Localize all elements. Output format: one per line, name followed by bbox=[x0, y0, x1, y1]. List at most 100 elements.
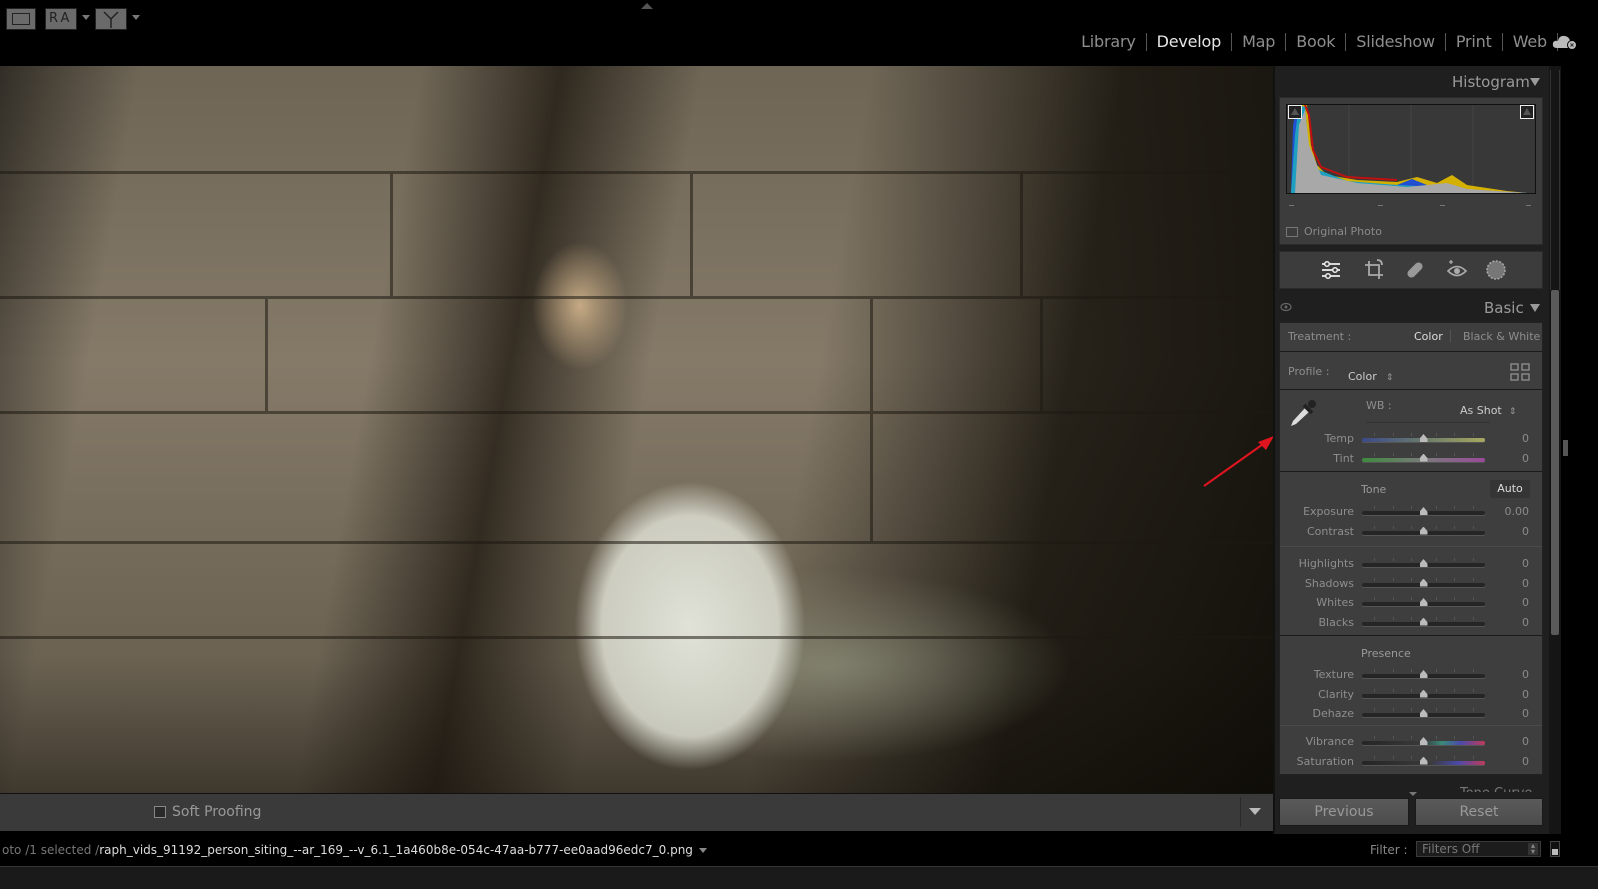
exposure-slider[interactable] bbox=[1362, 506, 1485, 515]
saturation-value[interactable]: 0 bbox=[1499, 755, 1529, 768]
slider-tick bbox=[1472, 688, 1474, 692]
dehaze-value[interactable]: 0 bbox=[1499, 707, 1529, 720]
whites-slider[interactable] bbox=[1362, 597, 1485, 606]
tint-slider[interactable] bbox=[1362, 452, 1485, 462]
texture-value[interactable]: 0 bbox=[1499, 668, 1529, 681]
reference-view-button[interactable] bbox=[95, 8, 127, 30]
slider-tick bbox=[1435, 433, 1437, 436]
photo-canvas[interactable] bbox=[0, 66, 1275, 806]
reference-view-dropdown-icon[interactable] bbox=[132, 15, 140, 20]
slider-tick bbox=[1454, 616, 1456, 620]
exposure-value[interactable]: 0.00 bbox=[1499, 505, 1530, 518]
module-slideshow[interactable]: Slideshow bbox=[1346, 32, 1445, 51]
slider-tick bbox=[1435, 452, 1437, 456]
shadows-value[interactable]: 0 bbox=[1499, 577, 1529, 590]
scrollbar-thumb[interactable] bbox=[1551, 290, 1559, 635]
panel-end-marker-icon bbox=[1409, 792, 1417, 796]
dehaze-slider[interactable] bbox=[1362, 708, 1485, 717]
masking-icon[interactable] bbox=[1484, 258, 1508, 282]
collapse-top-panel-icon[interactable] bbox=[641, 3, 653, 9]
loupe-view-button[interactable] bbox=[6, 8, 36, 30]
blacks-slider[interactable] bbox=[1362, 616, 1485, 626]
whites-value[interactable]: 0 bbox=[1499, 596, 1529, 609]
tone-curve-panel-header[interactable]: Tone Curve bbox=[1460, 784, 1532, 792]
filmstrip-filter-toggle[interactable] bbox=[1550, 841, 1560, 857]
slider-tick bbox=[1411, 525, 1413, 529]
slider-tick bbox=[1411, 736, 1413, 739]
temp-label: Temp bbox=[1324, 432, 1354, 445]
previous-button[interactable]: Previous bbox=[1279, 798, 1409, 826]
slider-tick bbox=[1411, 669, 1413, 672]
wb-dropdown[interactable]: As Shot ⇕ bbox=[1460, 399, 1516, 418]
shadows-slider[interactable] bbox=[1362, 577, 1485, 587]
toolbar-options-dropdown-icon[interactable] bbox=[1249, 808, 1261, 815]
temp-slider[interactable] bbox=[1362, 433, 1485, 442]
clarity-value[interactable]: 0 bbox=[1499, 688, 1529, 701]
slider-tick bbox=[1374, 433, 1376, 436]
clarity-slider[interactable] bbox=[1362, 688, 1485, 698]
edit-sliders-icon[interactable] bbox=[1319, 258, 1343, 282]
slider-tick bbox=[1472, 506, 1474, 509]
soft-proofing-checkbox[interactable] bbox=[154, 806, 166, 818]
panel-visibility-eye-icon[interactable] bbox=[1280, 302, 1292, 312]
module-web[interactable]: Web bbox=[1503, 32, 1557, 51]
slider-tick bbox=[1411, 597, 1413, 600]
slider-tick bbox=[1435, 736, 1437, 739]
slider-tick bbox=[1374, 452, 1376, 456]
highlight-clipping-indicator[interactable] bbox=[1520, 105, 1534, 119]
red-eye-icon[interactable] bbox=[1445, 258, 1469, 282]
crop-icon[interactable] bbox=[1362, 258, 1386, 282]
saturation-slider[interactable] bbox=[1362, 755, 1485, 765]
shadows-label: Shadows bbox=[1304, 576, 1354, 590]
temp-value[interactable]: 0 bbox=[1499, 432, 1529, 445]
filename-dropdown-icon[interactable] bbox=[698, 848, 707, 853]
vibrance-slider[interactable] bbox=[1362, 736, 1485, 745]
module-map[interactable]: Map bbox=[1232, 32, 1285, 51]
collapse-right-panel-icon[interactable] bbox=[1563, 440, 1568, 456]
module-develop[interactable]: Develop bbox=[1147, 32, 1231, 51]
histogram-graph[interactable] bbox=[1286, 104, 1536, 194]
contrast-value[interactable]: 0 bbox=[1499, 525, 1529, 538]
slider-tick bbox=[1392, 736, 1394, 739]
filter-select[interactable]: Filters Off ▴ ▾ bbox=[1416, 841, 1541, 857]
slider-tick bbox=[1411, 755, 1413, 759]
original-photo-checkbox[interactable] bbox=[1286, 227, 1298, 237]
healing-icon[interactable] bbox=[1403, 258, 1427, 282]
shadow-clipping-indicator[interactable] bbox=[1288, 105, 1302, 119]
auto-tone-button[interactable]: Auto bbox=[1490, 480, 1530, 498]
histogram-collapse-icon[interactable] bbox=[1530, 78, 1540, 86]
highlights-value[interactable]: 0 bbox=[1499, 557, 1529, 570]
tint-value[interactable]: 0 bbox=[1499, 452, 1529, 465]
texture-slider[interactable] bbox=[1362, 669, 1485, 678]
basic-panel-title[interactable]: Basic bbox=[1484, 299, 1524, 317]
slider-tick bbox=[1392, 506, 1394, 509]
clarity-label: Clarity bbox=[1318, 687, 1354, 701]
filmstrip-source-path[interactable]: oto /1 selected /raph_vids_91192_person_… bbox=[2, 843, 707, 857]
profile-dropdown[interactable]: Color ⇕ bbox=[1348, 365, 1393, 384]
white-balance-selector-eyedropper-icon[interactable] bbox=[1287, 394, 1319, 430]
blacks-value[interactable]: 0 bbox=[1499, 616, 1529, 629]
vibrance-value[interactable]: 0 bbox=[1499, 735, 1529, 748]
scrollbar-track bbox=[1550, 70, 1560, 290]
tint-label: Tint bbox=[1333, 451, 1354, 465]
reset-button[interactable]: Reset bbox=[1415, 798, 1543, 826]
highlights-slider[interactable] bbox=[1362, 558, 1485, 567]
slider-tick bbox=[1374, 708, 1376, 711]
module-print[interactable]: Print bbox=[1446, 32, 1502, 51]
histogram-title[interactable]: Histogram bbox=[1452, 73, 1530, 91]
cloud-sync-icon[interactable] bbox=[1552, 34, 1578, 50]
slider-tick bbox=[1411, 708, 1413, 711]
module-book[interactable]: Book bbox=[1286, 32, 1345, 51]
slider-tick bbox=[1374, 755, 1376, 759]
module-library[interactable]: Library bbox=[1071, 32, 1146, 51]
treatment-color-option[interactable]: Color bbox=[1414, 330, 1443, 343]
before-after-dropdown-icon[interactable] bbox=[82, 15, 90, 20]
slider-tick bbox=[1435, 669, 1437, 672]
profile-browser-grid-icon[interactable] bbox=[1510, 363, 1530, 381]
treatment-bw-option[interactable]: Black & White bbox=[1463, 330, 1540, 343]
contrast-slider[interactable] bbox=[1362, 525, 1485, 535]
updown-icon: ⇕ bbox=[1508, 407, 1517, 417]
basic-collapse-icon[interactable] bbox=[1530, 304, 1540, 312]
slider-tick bbox=[1411, 452, 1413, 456]
before-after-button[interactable]: RA bbox=[45, 8, 77, 30]
